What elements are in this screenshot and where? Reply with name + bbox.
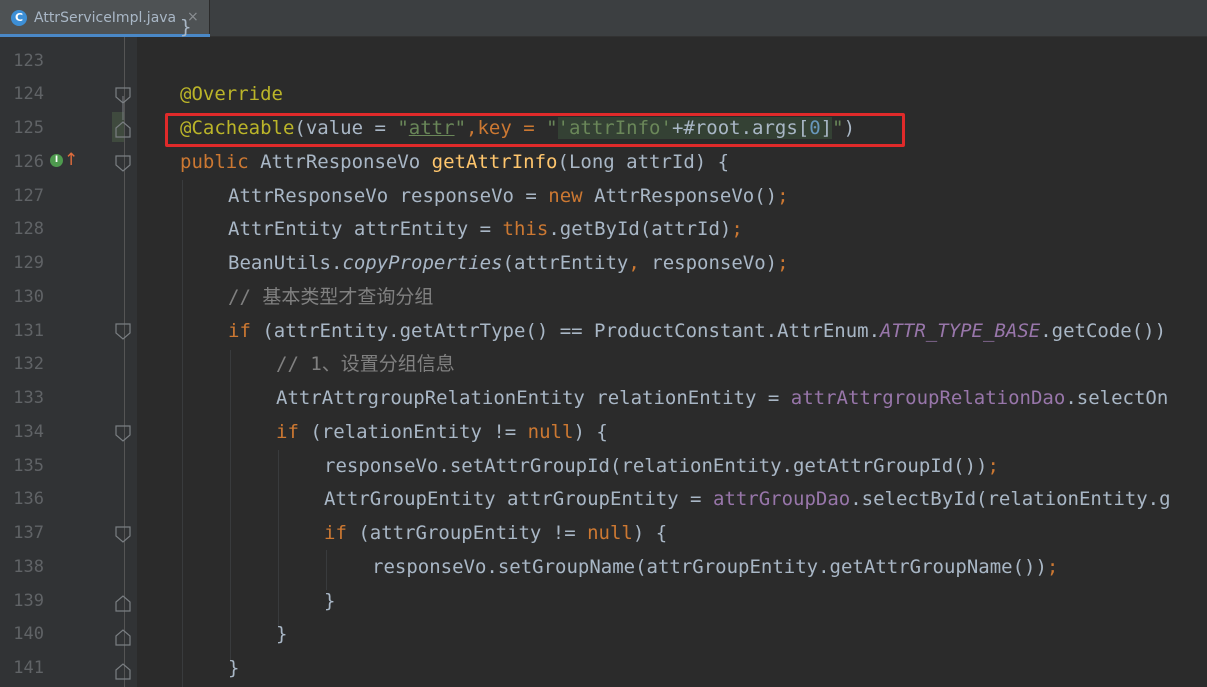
code-line-137[interactable]: if (attrGroupEntity != null) { (324, 516, 667, 550)
fold-icon (115, 323, 131, 340)
fold-icon (115, 121, 131, 138)
code-line-139[interactable]: } (324, 584, 335, 618)
code-line-131[interactable]: if (attrEntity.getAttrType() == ProductC… (228, 314, 1166, 348)
override-arrow-icon[interactable]: ↑ (64, 150, 78, 170)
code-line-136[interactable]: AttrGroupEntity attrGroupEntity = attrGr… (324, 482, 1171, 516)
code-line-135[interactable]: responseVo.setAttrGroupId(relationEntity… (324, 449, 999, 483)
fold-icon (115, 425, 131, 442)
code-line-127[interactable]: AttrResponseVo responseVo = new AttrResp… (228, 179, 789, 213)
implements-marker-icon[interactable]: I (50, 154, 63, 167)
highlight-annotation-box (165, 113, 905, 147)
code-line-126[interactable]: public AttrResponseVo getAttrInfo(Long a… (180, 145, 729, 179)
code-line-132[interactable]: // 1、设置分组信息 (276, 347, 455, 381)
code-line-124[interactable]: @Override (180, 77, 283, 111)
code-line-140[interactable]: } (276, 617, 287, 651)
indent-guide (278, 450, 279, 626)
code-line-134[interactable]: if (relationEntity != null) { (276, 415, 608, 449)
fold-icon (115, 526, 131, 543)
fold-icon (115, 595, 131, 612)
fold-markers (115, 87, 131, 680)
fold-icon (115, 663, 131, 680)
code-line-130[interactable]: // 基本类型才查询分组 (228, 280, 433, 314)
fold-icon (115, 155, 131, 172)
code-line-122[interactable]: } (180, 10, 191, 44)
code-line-128[interactable]: AttrEntity attrEntity = this.getById(att… (228, 212, 743, 246)
code-line-133[interactable]: AttrAttrgroupRelationEntity relationEnti… (276, 381, 1168, 415)
indent-guide (182, 180, 183, 687)
code-line-138[interactable]: responseVo.setGroupName(attrGroupEntity.… (372, 550, 1058, 584)
indent-guide (230, 350, 231, 660)
code-line-141[interactable]: } (228, 651, 239, 685)
code-line-129[interactable]: BeanUtils.copyProperties(attrEntity, res… (228, 246, 789, 280)
fold-icon (115, 629, 131, 646)
